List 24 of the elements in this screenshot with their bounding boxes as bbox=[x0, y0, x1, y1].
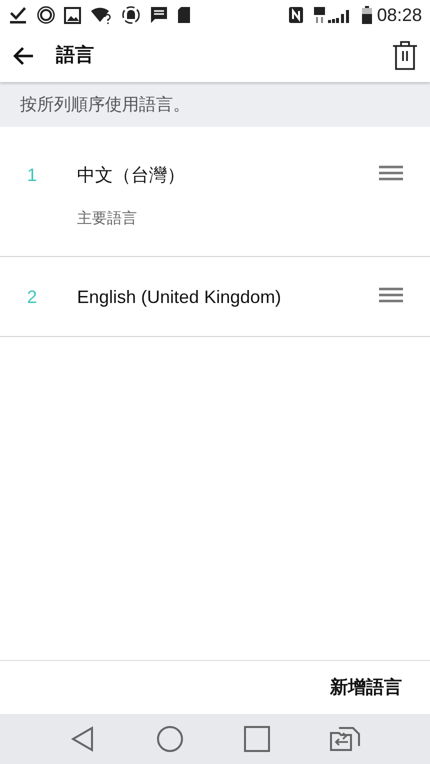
trash-icon[interactable] bbox=[392, 41, 418, 71]
wifi-question-icon bbox=[90, 6, 112, 24]
page-title: 語言 bbox=[56, 44, 94, 68]
status-time: 08:28 bbox=[376, 4, 422, 26]
add-language-button[interactable]: 新增語言 bbox=[330, 674, 402, 701]
circle-badge-icon bbox=[37, 6, 55, 24]
nfc-icon bbox=[288, 6, 304, 24]
instruction-text: 按所列順序使用語言。 bbox=[20, 94, 190, 116]
download-done-icon bbox=[8, 6, 28, 24]
drag-handle-icon[interactable] bbox=[379, 286, 403, 302]
language-subtitle: 主要語言 bbox=[77, 209, 138, 229]
message-icon bbox=[150, 6, 168, 24]
home-icon[interactable] bbox=[156, 725, 184, 753]
language-number: 1 bbox=[26, 164, 38, 187]
language-name: English (United Kingdom) bbox=[77, 286, 282, 309]
sd-card-icon bbox=[177, 6, 191, 24]
switch-icon[interactable] bbox=[330, 727, 360, 751]
battery-icon bbox=[362, 6, 372, 24]
drag-handle-icon[interactable] bbox=[379, 165, 403, 181]
language-number: 2 bbox=[26, 286, 38, 308]
back-icon[interactable] bbox=[70, 726, 96, 752]
recents-icon[interactable] bbox=[244, 726, 270, 752]
language-name: 中文（台灣） bbox=[77, 164, 186, 187]
image-icon bbox=[64, 6, 81, 24]
